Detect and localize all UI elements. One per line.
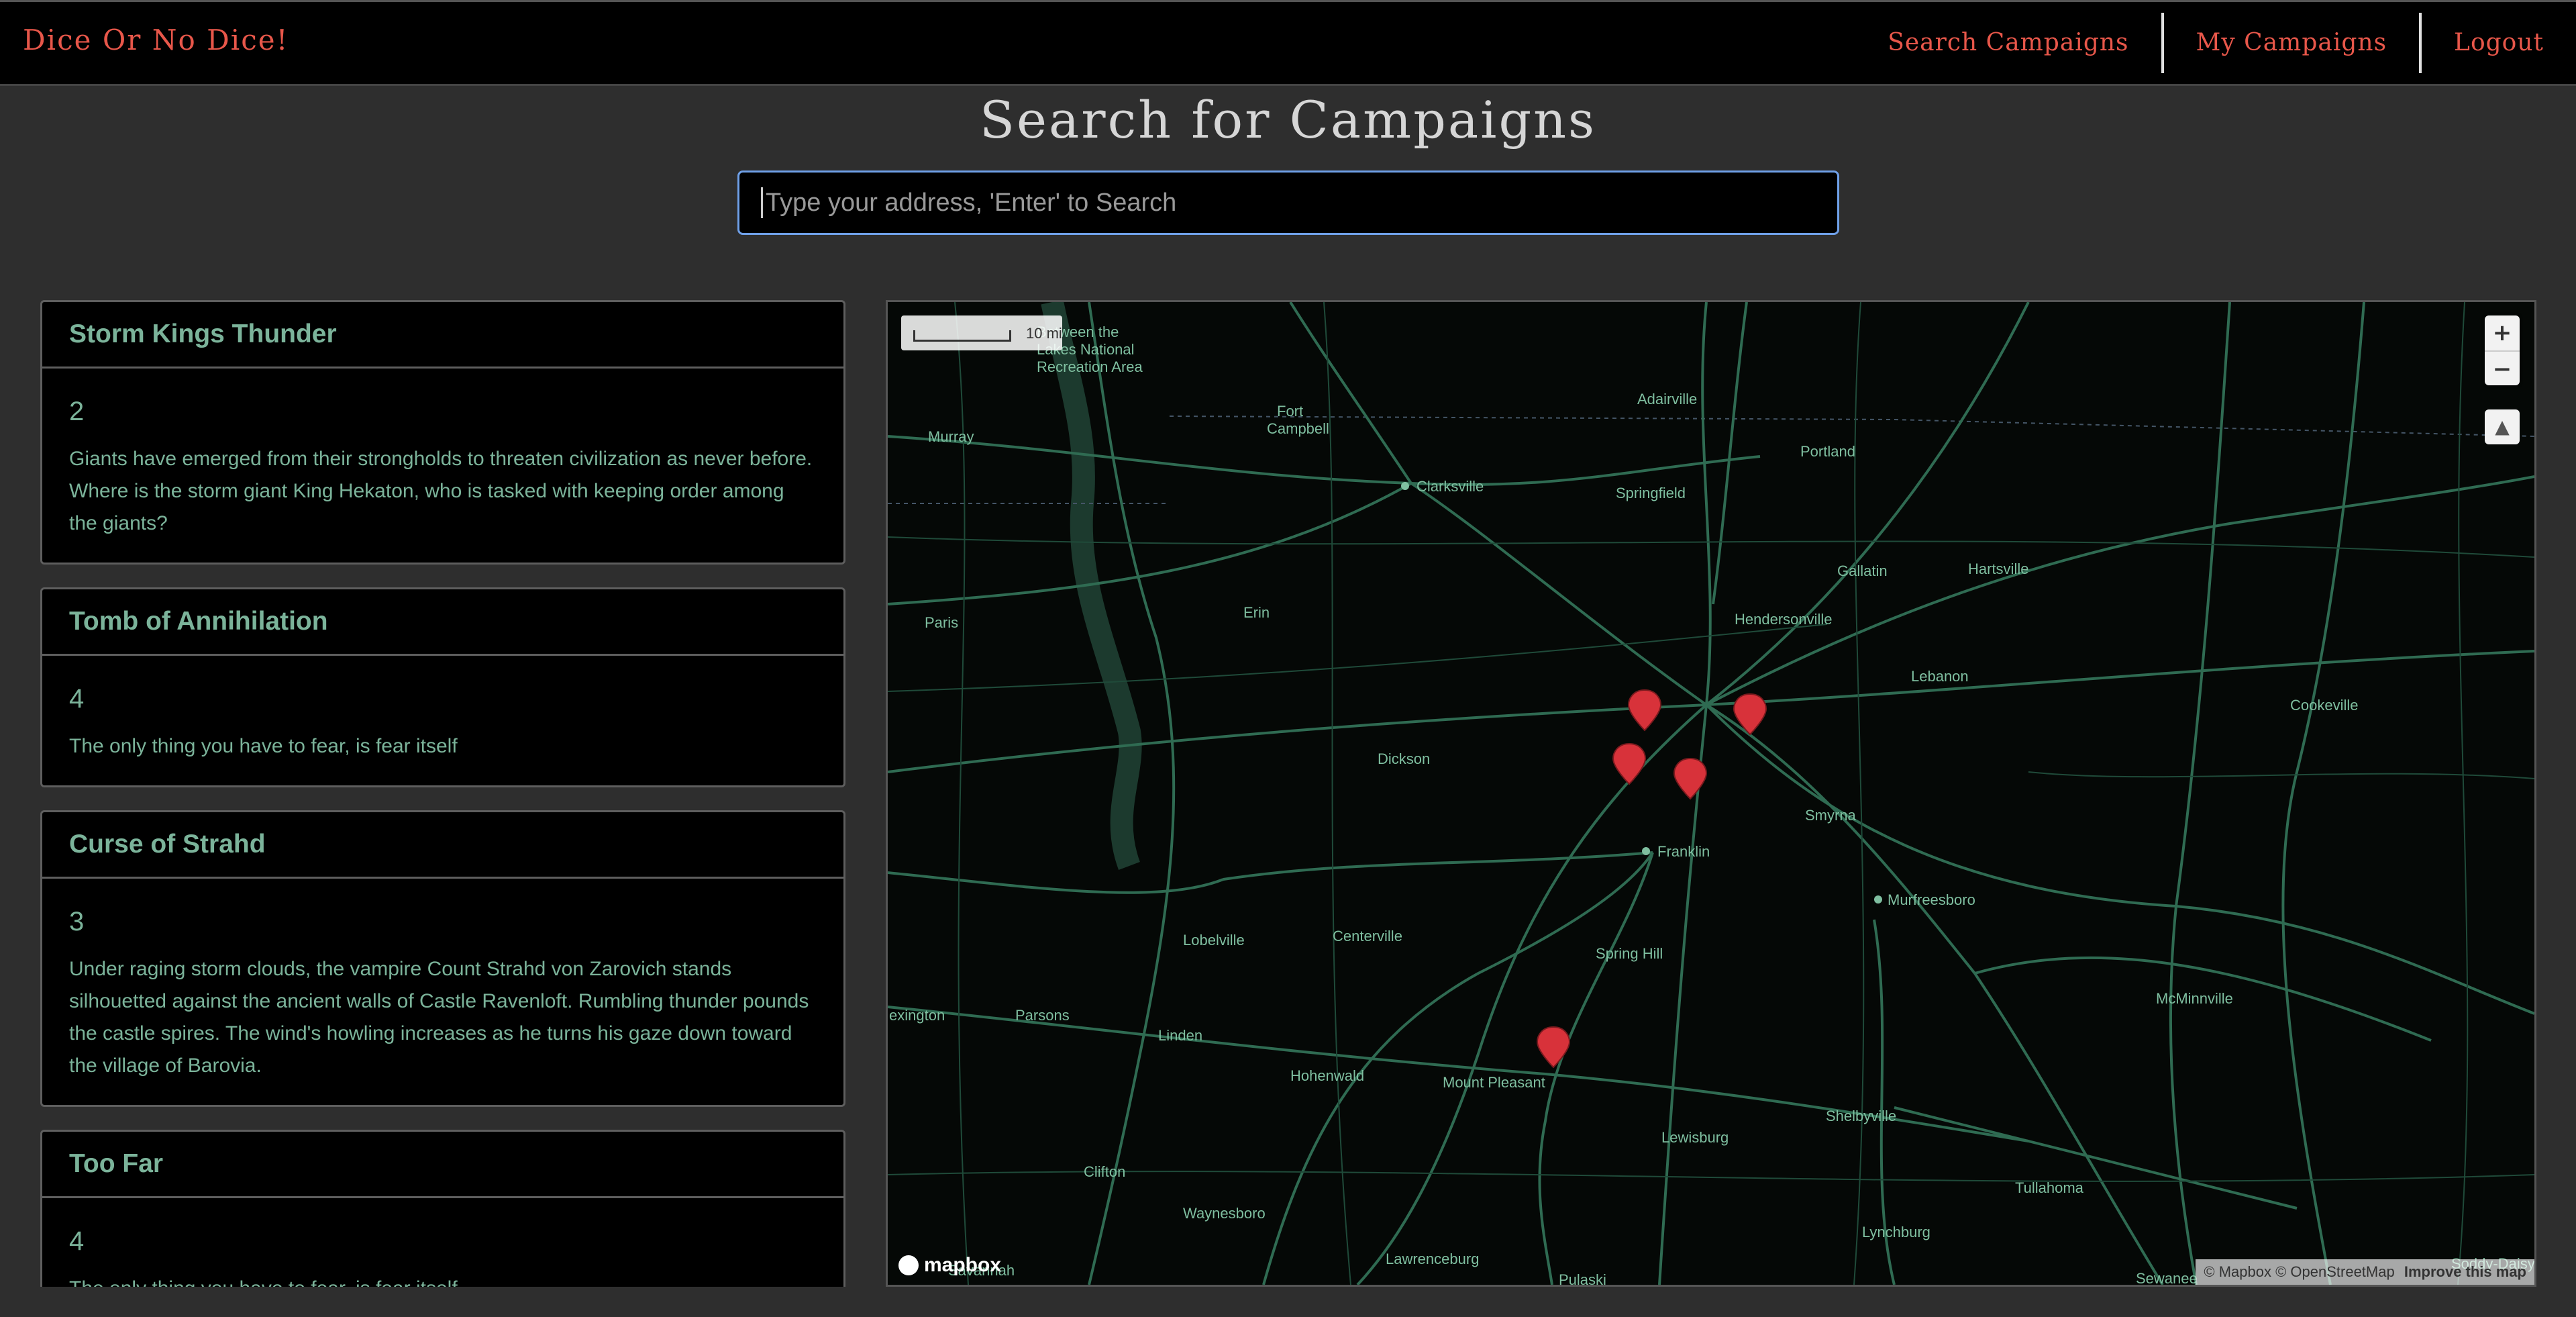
map-label: Springfield xyxy=(1616,485,1686,501)
map-label: Fort xyxy=(1277,403,1303,420)
campaign-description: The only thing you have to fear, is fear… xyxy=(69,735,458,757)
campaign-description: Under raging storm clouds, the vampire C… xyxy=(69,958,809,1077)
map-label: Portland xyxy=(1800,443,1855,460)
campaign-title: Tomb of Annihilation xyxy=(42,589,843,656)
map-scale: 10 mi xyxy=(901,315,1062,350)
campaign-card[interactable]: Storm Kings Thunder 2 Giants have emerge… xyxy=(40,300,845,565)
map-label: Murray xyxy=(928,428,974,445)
campaign-marker[interactable] xyxy=(1612,742,1647,785)
map-label: Lynchburg xyxy=(1862,1224,1930,1240)
map-label: Linden xyxy=(1158,1027,1202,1044)
brand-logo[interactable]: Dice Or No Dice! xyxy=(23,23,289,56)
campaign-description: The only thing you have to fear, is fear… xyxy=(69,1273,817,1287)
map-label: Lobelville xyxy=(1183,932,1245,948)
map-label: Pulaski xyxy=(1559,1271,1606,1285)
map-label: exington xyxy=(889,1007,945,1024)
zoom-in-button[interactable]: + xyxy=(2485,315,2520,352)
scale-label: 10 mi xyxy=(1026,325,1062,342)
map-label: Parsons xyxy=(1015,1007,1070,1024)
search-input[interactable]: Type your address, 'Enter' to Search xyxy=(737,170,1839,235)
improve-map-link[interactable]: Improve this map xyxy=(2404,1263,2526,1280)
navbar: Dice Or No Dice! Search Campaigns My Cam… xyxy=(0,0,2576,86)
campaign-title: Too Far xyxy=(42,1132,843,1198)
campaign-players: 4 xyxy=(69,684,85,714)
map-label: McMinnville xyxy=(2156,990,2233,1007)
map-label: Waynesboro xyxy=(1183,1205,1266,1222)
campaign-map[interactable]: Between the Lakes National Recreation Ar… xyxy=(886,300,2536,1287)
map-label: Lebanon xyxy=(1911,668,1969,685)
map-label: Recreation Area xyxy=(1037,358,1143,375)
map-label: Smyrna xyxy=(1805,807,1857,824)
map-attribution: © Mapbox © OpenStreetMap Improve this ma… xyxy=(2196,1259,2534,1285)
campaign-description: Giants have emerged from their stronghol… xyxy=(69,448,813,534)
map-label: Cookeville xyxy=(2290,697,2359,714)
map-label: Lewisburg xyxy=(1661,1129,1729,1146)
map-label: Hartsville xyxy=(1968,560,2028,577)
campaign-card[interactable]: Curse of Strahd 3 Under raging storm clo… xyxy=(40,810,845,1107)
map-label: Sewanee xyxy=(2136,1270,2198,1285)
campaign-players: 3 xyxy=(69,907,85,936)
campaign-markers[interactable] xyxy=(1536,689,1767,1069)
map-canvas[interactable]: Between the Lakes National Recreation Ar… xyxy=(888,302,2534,1285)
mapbox-logo[interactable]: mapbox xyxy=(898,1254,1001,1277)
campaign-players: 4 xyxy=(69,1226,85,1256)
campaign-marker[interactable] xyxy=(1536,1026,1571,1069)
campaign-title: Curse of Strahd xyxy=(42,812,843,879)
map-label: Adairville xyxy=(1637,391,1697,407)
campaign-list[interactable]: Storm Kings Thunder 2 Giants have emerge… xyxy=(40,300,845,1287)
map-label: Franklin xyxy=(1657,843,1710,860)
map-label: Centerville xyxy=(1333,928,1402,944)
page-title: Search for Campaigns xyxy=(979,90,1597,150)
map-label: Clifton xyxy=(1084,1163,1125,1180)
map-label: Lawrenceburg xyxy=(1386,1251,1479,1267)
campaign-marker[interactable] xyxy=(1627,689,1662,732)
map-label: Spring Hill xyxy=(1596,945,1663,962)
attribution-text[interactable]: © Mapbox © OpenStreetMap xyxy=(2204,1263,2394,1280)
campaign-marker[interactable] xyxy=(1733,693,1767,736)
map-label: Tullahoma xyxy=(2015,1179,2084,1196)
map-label: Mount Pleasant xyxy=(1443,1074,1545,1091)
mapbox-icon xyxy=(898,1255,919,1275)
campaign-card[interactable]: Too Far 4 The only thing you have to fea… xyxy=(40,1130,845,1287)
campaign-card[interactable]: Tomb of Annihilation 4 The only thing yo… xyxy=(40,587,845,787)
map-label: Dickson xyxy=(1378,750,1430,767)
nav-links: Search Campaigns My Campaigns Logout xyxy=(1855,2,2576,84)
campaign-marker[interactable] xyxy=(1673,757,1708,800)
compass-icon[interactable]: ▲ xyxy=(2485,409,2520,444)
zoom-control: + − xyxy=(2485,315,2520,385)
map-label: Shelbyville xyxy=(1826,1108,1896,1124)
map-label: Campbell xyxy=(1267,420,1329,437)
campaign-players: 2 xyxy=(69,397,85,426)
map-label: Hendersonville xyxy=(1735,611,1833,628)
map-label: Hohenwald xyxy=(1290,1067,1364,1084)
nav-search-campaigns[interactable]: Search Campaigns xyxy=(1855,13,2161,73)
zoom-out-button[interactable]: − xyxy=(2485,352,2520,385)
nav-logout[interactable]: Logout xyxy=(2422,13,2576,73)
map-label: Murfreesboro xyxy=(1888,891,1975,908)
map-label: Paris xyxy=(925,614,958,631)
nav-my-campaigns[interactable]: My Campaigns xyxy=(2164,13,2420,73)
place-labels: Between the Lakes National Recreation Ar… xyxy=(889,324,2534,1285)
map-label: Clarksville xyxy=(1416,478,1484,495)
map-label: Erin xyxy=(1243,604,1270,621)
search-placeholder: Type your address, 'Enter' to Search xyxy=(766,188,1177,217)
campaign-title: Storm Kings Thunder xyxy=(42,302,843,369)
map-label: Gallatin xyxy=(1837,563,1888,579)
